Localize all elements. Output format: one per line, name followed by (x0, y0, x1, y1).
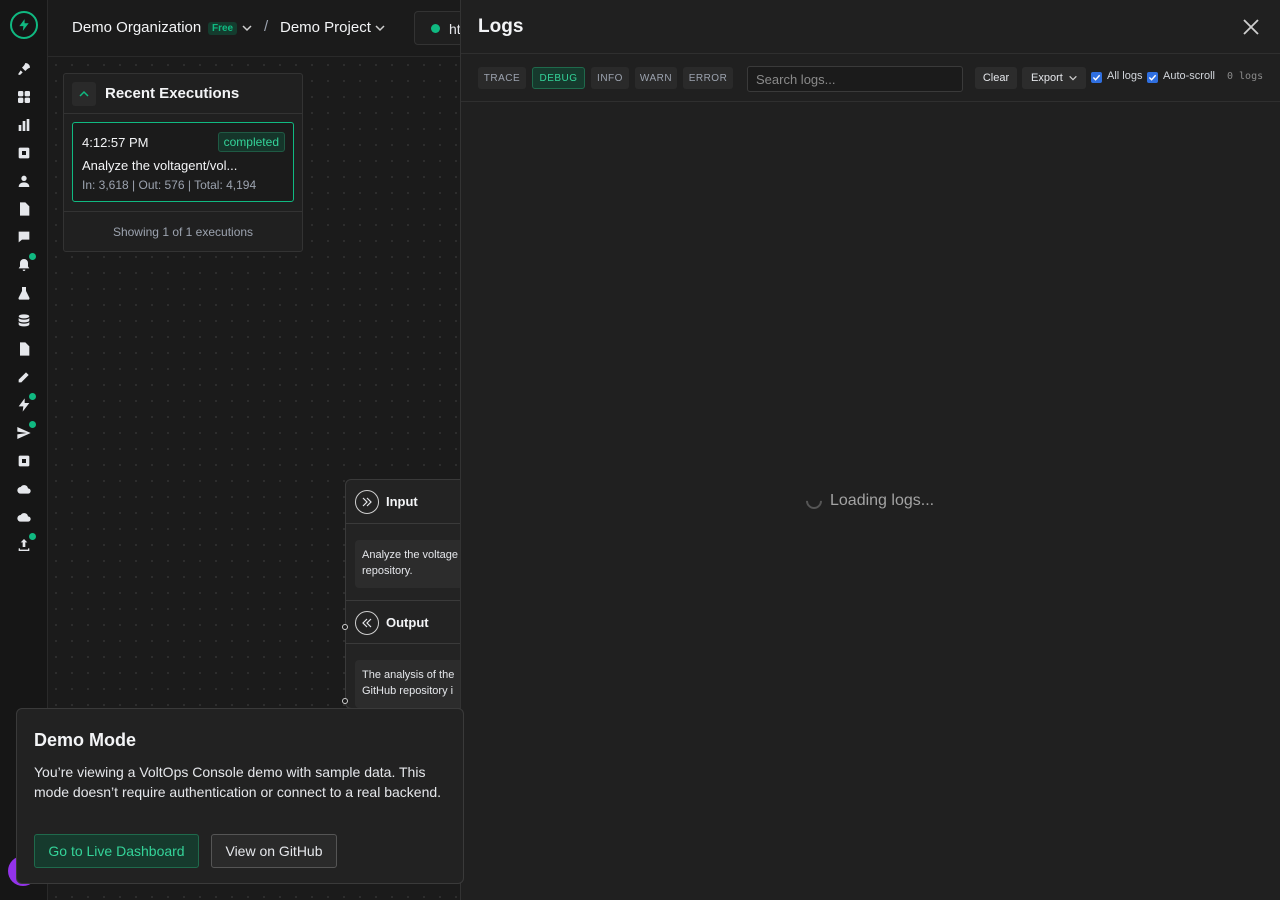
auto-scroll-checkbox[interactable] (1147, 72, 1158, 83)
plan-badge: Free (208, 22, 238, 35)
recent-executions-header: Recent Executions (64, 74, 302, 114)
level-debug-button[interactable]: DEBUG (532, 67, 585, 89)
chat-icon[interactable] (15, 228, 33, 246)
recent-executions-title: Recent Executions (105, 85, 240, 102)
output-text: The analysis of the GitHub repository i (355, 660, 464, 708)
database-icon[interactable] (15, 312, 33, 330)
chevron-up-icon (79, 90, 89, 97)
log-count: 0 logs (1227, 71, 1264, 82)
level-trace-button[interactable]: TRACE (478, 67, 526, 89)
search-logs-input[interactable] (747, 66, 963, 92)
agent-node[interactable]: Input Analyze the voltage repository. Ou… (345, 479, 465, 709)
execution-card[interactable]: 4:12:57 PM completed Analyze the voltage… (72, 122, 294, 202)
status-badge: completed (217, 132, 285, 152)
token-usage: In: 3,618 | Out: 576 | Total: 4,194 (82, 178, 257, 192)
chevron-down-icon[interactable] (374, 22, 386, 34)
demo-mode-card: Demo Mode You’re viewing a VoltOps Conso… (16, 708, 464, 884)
auto-scroll-label: Auto-scroll (1163, 70, 1215, 82)
collapse-button[interactable] (72, 82, 96, 106)
chevron-down-icon (1069, 75, 1077, 81)
edit-icon[interactable] (15, 368, 33, 386)
input-text: Analyze the voltage repository. (355, 540, 464, 588)
connection-handle[interactable] (342, 624, 348, 630)
demo-mode-title: Demo Mode (34, 730, 137, 750)
cloud-icon[interactable] (15, 480, 33, 498)
loading-indicator: Loading logs... (802, 489, 935, 513)
level-warn-button[interactable]: WARN (635, 67, 677, 89)
cloud-icon[interactable] (15, 508, 33, 526)
loading-text: Loading logs... (830, 492, 935, 509)
recent-executions-panel: Recent Executions 4:12:57 PM completed A… (63, 73, 303, 252)
logs-header: Logs (461, 0, 1280, 54)
bell-icon[interactable] (15, 253, 36, 274)
notification-dot (29, 253, 36, 260)
notification-dot (29, 393, 36, 400)
export-label: Export (1031, 72, 1063, 84)
status-dot (431, 24, 440, 33)
flask-icon[interactable] (15, 284, 33, 302)
output-section: Output (346, 600, 464, 644)
spinner-icon (802, 489, 826, 513)
input-label: Input (386, 494, 418, 509)
cpu-icon[interactable] (15, 452, 33, 470)
live-dashboard-button[interactable]: Go to Live Dashboard (34, 834, 199, 868)
logs-title: Logs (478, 16, 524, 37)
logo-bolt-icon[interactable] (10, 11, 38, 39)
execution-name: Analyze the voltagent/vol... (82, 158, 238, 173)
user-icon[interactable] (15, 172, 33, 190)
file-search-icon[interactable] (15, 340, 33, 358)
demo-mode-description: You’re viewing a VoltOps Console demo wi… (34, 764, 442, 800)
clear-button[interactable]: Clear (975, 67, 1017, 89)
input-section: Input (346, 480, 464, 524)
chevron-down-icon[interactable] (241, 22, 253, 34)
export-button[interactable]: Export (1022, 67, 1086, 89)
view-github-button[interactable]: View on GitHub (211, 834, 337, 868)
bar-chart-icon[interactable] (15, 116, 33, 134)
connection-handle[interactable] (342, 698, 348, 704)
execution-time: 4:12:57 PM (82, 135, 149, 150)
logs-panel: Logs TRACE DEBUG INFO WARN ERROR Clear E… (460, 0, 1280, 900)
all-logs-label: All logs (1107, 70, 1143, 82)
breadcrumb-separator: / (264, 18, 269, 35)
bolt-icon[interactable] (15, 393, 36, 414)
upload-icon[interactable] (15, 533, 36, 554)
project-name[interactable]: Demo Project (280, 19, 371, 36)
notification-dot (29, 421, 36, 428)
chevrons-right-icon (355, 490, 379, 514)
output-label: Output (386, 615, 429, 630)
organization-name[interactable]: Demo Organization (72, 19, 201, 36)
environment-label: ht (449, 21, 461, 37)
chevrons-left-icon (355, 611, 379, 635)
executions-count: Showing 1 of 1 executions (64, 211, 302, 252)
grid-icon[interactable] (15, 88, 33, 106)
close-icon[interactable] (1240, 16, 1262, 38)
level-info-button[interactable]: INFO (591, 67, 629, 89)
cpu-icon[interactable] (15, 144, 33, 162)
notification-dot (29, 533, 36, 540)
file-icon[interactable] (15, 200, 33, 218)
all-logs-checkbox[interactable] (1091, 72, 1102, 83)
level-error-button[interactable]: ERROR (683, 67, 733, 89)
rocket-icon[interactable] (15, 60, 33, 78)
send-icon[interactable] (15, 421, 36, 442)
logs-toolbar: TRACE DEBUG INFO WARN ERROR Clear Export… (461, 54, 1280, 102)
